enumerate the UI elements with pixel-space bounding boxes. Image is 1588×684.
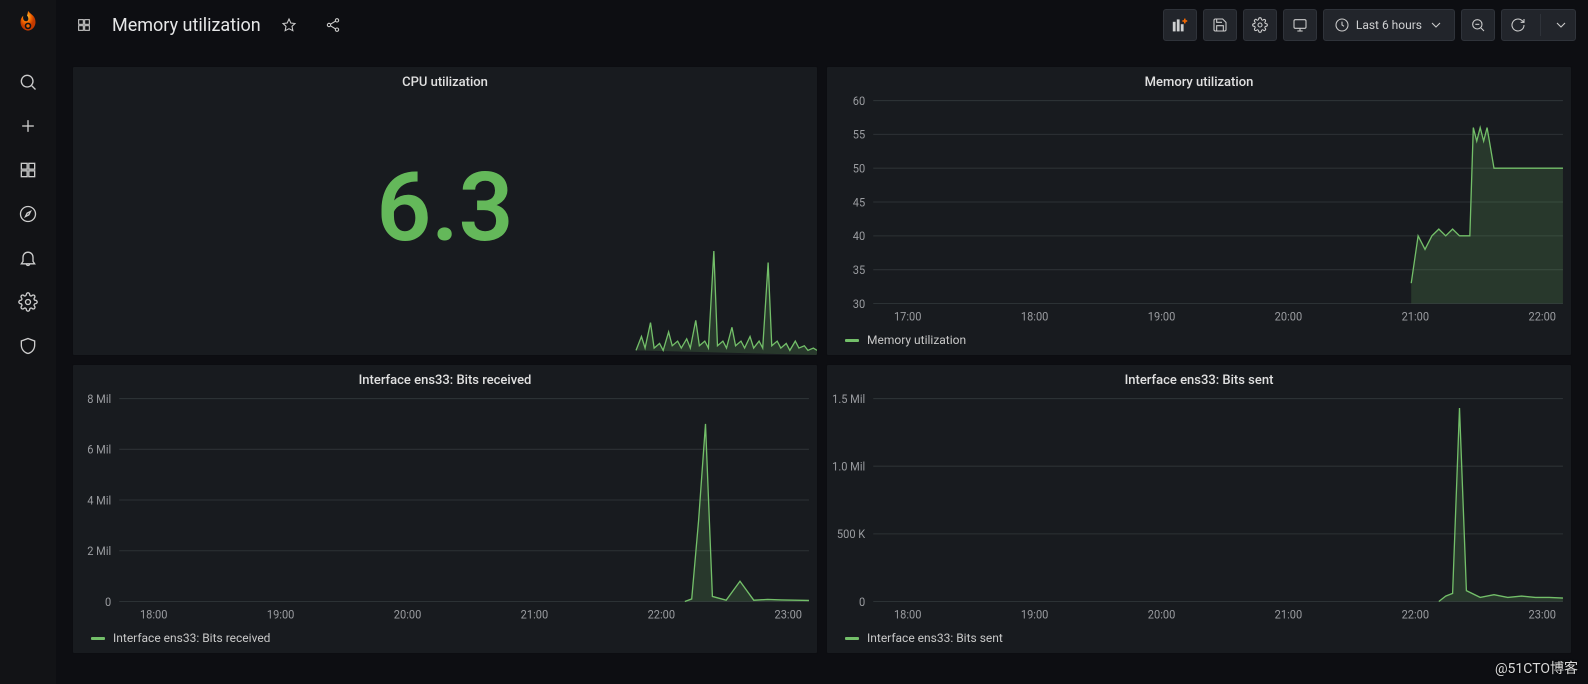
- dashboard-grid: CPU utilization 6.3 Memory utilization 3…: [56, 56, 1588, 684]
- svg-text:19:00: 19:00: [1148, 309, 1176, 323]
- legend-label: Interface ens33: Bits sent: [867, 631, 1003, 645]
- svg-text:22:00: 22:00: [648, 607, 676, 621]
- svg-text:2 Mil: 2 Mil: [87, 544, 111, 558]
- legend-swatch: [91, 637, 105, 640]
- svg-text:40: 40: [853, 229, 865, 243]
- dashboard-settings-button[interactable]: [1243, 9, 1277, 41]
- refresh-button-group[interactable]: [1501, 9, 1576, 41]
- bits-rx-chart: 0 2 Mil 4 Mil 6 Mil 8 Mil 18:00 19:00 20:00 21:0…: [73, 390, 817, 625]
- legend-label: Interface ens33: Bits received: [113, 631, 270, 645]
- svg-text:55: 55: [853, 127, 865, 141]
- page-title[interactable]: Memory utilization: [112, 15, 261, 36]
- refresh-interval-dropdown[interactable]: [1547, 17, 1575, 33]
- svg-text:20:00: 20:00: [1275, 309, 1303, 323]
- share-icon[interactable]: [317, 9, 349, 41]
- panel-bits-received[interactable]: Interface ens33: Bits received 0 2 Mil 4 M…: [72, 364, 818, 654]
- svg-text:1.0 Mil: 1.0 Mil: [832, 459, 865, 473]
- svg-text:0: 0: [105, 594, 111, 608]
- panel-title: Interface ens33: Bits received: [73, 365, 817, 390]
- svg-text:1.5 Mil: 1.5 Mil: [832, 391, 865, 405]
- svg-text:22:00: 22:00: [1402, 607, 1430, 621]
- svg-text:21:00: 21:00: [521, 607, 549, 621]
- svg-text:18:00: 18:00: [140, 607, 168, 621]
- toolbar-right: Last 6 hours: [1163, 9, 1576, 41]
- svg-text:20:00: 20:00: [394, 607, 422, 621]
- breadcrumb: Memory utilization: [68, 9, 349, 41]
- explore-icon[interactable]: [8, 194, 48, 234]
- watermark: @51CTO博客: [1495, 658, 1578, 678]
- refresh-button[interactable]: [1502, 17, 1534, 33]
- svg-text:23:00: 23:00: [775, 607, 803, 621]
- chevron-down-icon: [1553, 17, 1569, 33]
- svg-text:0: 0: [859, 594, 865, 608]
- svg-text:35: 35: [853, 263, 865, 277]
- panel-memory-utilization[interactable]: Memory utilization 30 35 40 45 50 55 60 17:00 18…: [826, 66, 1572, 356]
- chevron-down-icon: [1428, 17, 1444, 33]
- svg-text:21:00: 21:00: [1275, 607, 1303, 621]
- time-range-label: Last 6 hours: [1356, 18, 1422, 32]
- svg-text:23:00: 23:00: [1529, 607, 1557, 621]
- time-range-picker[interactable]: Last 6 hours: [1323, 9, 1455, 41]
- shield-icon[interactable]: [8, 326, 48, 366]
- legend-label: Memory utilization: [867, 333, 966, 347]
- add-panel-button[interactable]: [1163, 9, 1197, 41]
- svg-text:6 Mil: 6 Mil: [87, 442, 111, 456]
- grafana-logo[interactable]: [12, 8, 44, 40]
- plus-icon[interactable]: [8, 106, 48, 146]
- memory-legend: Memory utilization: [827, 327, 1571, 355]
- panel-title: Memory utilization: [827, 67, 1571, 92]
- cpu-sparkline: [73, 245, 817, 355]
- svg-text:18:00: 18:00: [1021, 309, 1049, 323]
- dashboards-icon[interactable]: [8, 150, 48, 190]
- svg-text:19:00: 19:00: [267, 607, 295, 621]
- legend-swatch: [845, 637, 859, 640]
- dashboard-grid-icon[interactable]: [68, 9, 100, 41]
- tv-mode-button[interactable]: [1283, 9, 1317, 41]
- star-icon[interactable]: [273, 9, 305, 41]
- svg-text:30: 30: [853, 296, 865, 310]
- bits-rx-legend: Interface ens33: Bits received: [73, 625, 817, 653]
- memory-chart: 30 35 40 45 50 55 60 17:00 18:00 19:00 20:00 21:00 2…: [827, 92, 1571, 327]
- cpu-value: 6.3: [377, 160, 514, 256]
- svg-text:18:00: 18:00: [894, 607, 922, 621]
- panel-cpu-utilization[interactable]: CPU utilization 6.3: [72, 66, 818, 356]
- svg-text:17:00: 17:00: [894, 309, 922, 323]
- svg-text:22:00: 22:00: [1529, 309, 1557, 323]
- search-icon[interactable]: [8, 62, 48, 102]
- save-button[interactable]: [1203, 9, 1237, 41]
- svg-text:60: 60: [853, 93, 865, 107]
- settings-icon[interactable]: [8, 282, 48, 322]
- svg-text:4 Mil: 4 Mil: [87, 493, 111, 507]
- svg-text:45: 45: [853, 195, 865, 209]
- svg-text:8 Mil: 8 Mil: [87, 391, 111, 405]
- alert-icon[interactable]: [8, 238, 48, 278]
- svg-text:19:00: 19:00: [1021, 607, 1049, 621]
- bits-tx-chart: 0 500 K 1.0 Mil 1.5 Mil 18:00 19:00 20:00 21:00…: [827, 390, 1571, 625]
- top-toolbar: Memory utilization Last 6 hours: [56, 0, 1588, 50]
- svg-text:500 K: 500 K: [837, 527, 866, 541]
- panel-title: CPU utilization: [73, 67, 817, 92]
- legend-swatch: [845, 339, 859, 342]
- svg-text:21:00: 21:00: [1402, 309, 1430, 323]
- svg-text:50: 50: [853, 161, 865, 175]
- bits-tx-legend: Interface ens33: Bits sent: [827, 625, 1571, 653]
- panel-title: Interface ens33: Bits sent: [827, 365, 1571, 390]
- svg-text:20:00: 20:00: [1148, 607, 1176, 621]
- zoom-out-button[interactable]: [1461, 9, 1495, 41]
- left-sidebar: [0, 0, 56, 684]
- panel-bits-sent[interactable]: Interface ens33: Bits sent 0 500 K 1.0 Mil…: [826, 364, 1572, 654]
